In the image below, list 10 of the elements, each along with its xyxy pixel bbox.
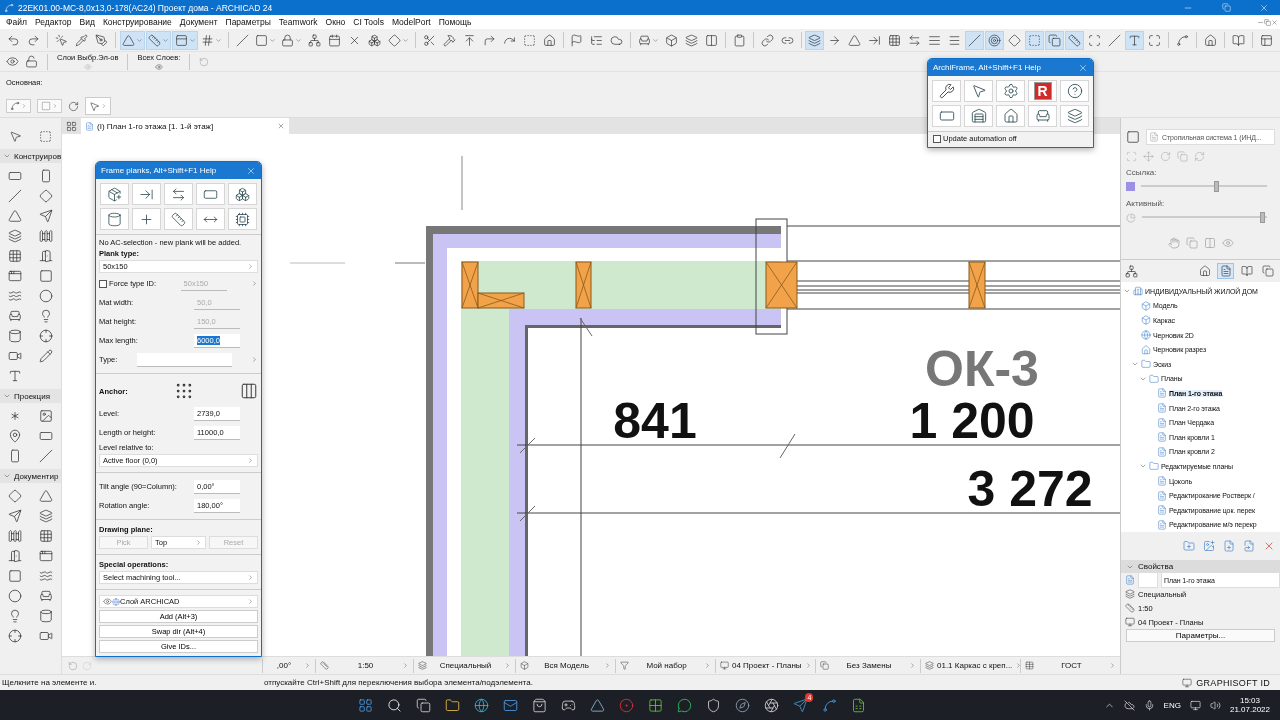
slider-label: Активный: — [1125, 198, 1166, 208]
status-hint: Щелкните на элементе и. — [1, 678, 98, 687]
dimension-value: 841 — [613, 393, 697, 449]
window-title: 22EK01.00-MC-8,0x13,0-178(AC24) Проект дома - ARCHICAD 24 — [18, 2, 274, 13]
slider-label: Ссылка: — [1125, 167, 1158, 177]
dimension-value: 3 272 — [967, 461, 1093, 517]
panel-title: ArchiFrame, Alt+Shift+F1 Help — [933, 63, 1042, 72]
panel-title: Frame planks, Alt+Shift+F1 Help — [101, 166, 217, 175]
status-hint: отпускайте Ctrl+Shift для переключения выбора элемента/подэлемента. — [263, 678, 534, 687]
logo: R — [1033, 82, 1052, 100]
